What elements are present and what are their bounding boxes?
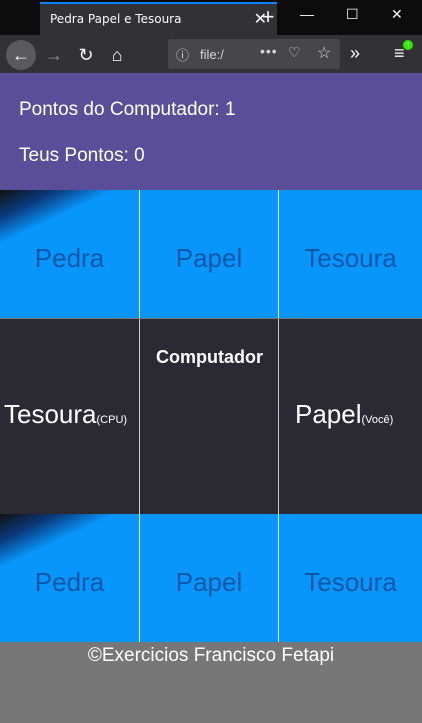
forward-icon[interactable]: → — [40, 41, 68, 69]
url-bar[interactable]: ⓘ file:/ ••• ♡ ☆ — [168, 39, 340, 69]
overflow-menu-icon[interactable]: » — [350, 43, 360, 64]
choice-label: Tesoura — [304, 566, 397, 597]
tab-active[interactable]: Pedra Papel e Tesoura ✕ — [40, 2, 277, 35]
choice-label: Papel — [175, 566, 243, 597]
winner-cell: Computador — [140, 319, 279, 514]
choice-label: Papel — [175, 242, 243, 273]
player-pick: Papel — [295, 399, 362, 429]
computer-tag: (CPU) — [96, 414, 128, 426]
player-pick-cell: Papel(Você) — [279, 319, 422, 514]
result-row: Tesoura(CPU) Computador Papel(Você) — [0, 319, 422, 514]
info-icon[interactable]: ⓘ — [176, 45, 189, 64]
reload-icon[interactable]: ↻ — [72, 41, 100, 69]
bookmark-star-icon[interactable]: ☆ — [317, 43, 331, 63]
computer-score: Pontos do Computador: 1 — [19, 99, 236, 120]
update-badge-icon: ↑ — [403, 40, 413, 50]
computer-pick: Tesoura — [4, 399, 97, 429]
pocket-icon[interactable]: ♡ — [288, 44, 301, 61]
footer: ©Exercicios Francisco Fetapi — [0, 643, 422, 723]
home-icon[interactable]: ⌂ — [103, 41, 131, 69]
window-close-icon[interactable]: ✕ — [391, 6, 403, 23]
computer-pick-cell: Tesoura(CPU) — [0, 319, 140, 514]
maximize-icon[interactable]: ☐ — [346, 6, 359, 23]
player-choice-paper[interactable]: Papel — [140, 514, 279, 642]
url-text[interactable]: file:/ — [200, 47, 224, 62]
player-score: Teus Pontos: 0 — [19, 145, 145, 166]
nav-toolbar: ← → ↻ ⌂ ⓘ file:/ ••• ♡ ☆ » ≡ ↑ — [0, 35, 422, 73]
choice-label: Pedra — [34, 242, 105, 273]
scoreboard: Pontos do Computador: 1 Teus Pontos: 0 — [0, 73, 422, 190]
winner-label: Computador — [156, 347, 263, 367]
tab-bar: Pedra Papel e Tesoura ✕ + — ☐ ✕ — [0, 0, 422, 35]
player-choice-row: Pedra Papel Tesoura — [0, 514, 422, 642]
tab-title: Pedra Papel e Tesoura — [50, 12, 182, 26]
computer-choice-rock[interactable]: Pedra — [0, 190, 140, 318]
page-actions-icon[interactable]: ••• — [260, 43, 278, 59]
computer-choice-row: Pedra Papel Tesoura — [0, 190, 422, 318]
player-choice-rock[interactable]: Pedra — [0, 514, 140, 642]
choice-label: Tesoura — [304, 242, 397, 273]
minimize-icon[interactable]: — — [300, 6, 314, 22]
player-tag: (Você) — [361, 414, 394, 426]
footer-text: ©Exercicios Francisco Fetapi — [87, 645, 335, 666]
computer-choice-scissors[interactable]: Tesoura — [279, 190, 422, 318]
computer-choice-paper[interactable]: Papel — [140, 190, 279, 318]
new-tab-icon[interactable]: + — [257, 4, 279, 30]
back-icon[interactable]: ← — [6, 40, 36, 70]
player-choice-scissors[interactable]: Tesoura — [279, 514, 422, 642]
choice-label: Pedra — [34, 566, 105, 597]
